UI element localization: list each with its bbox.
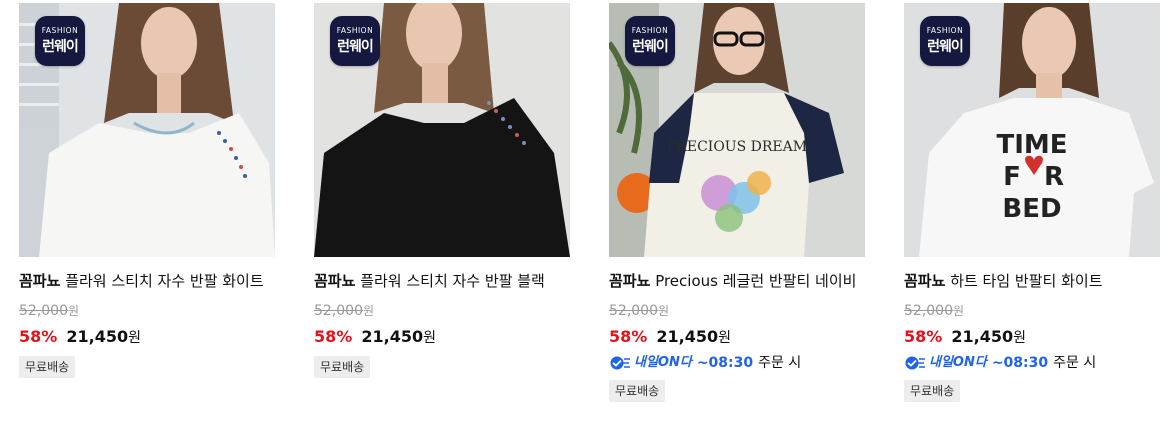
original-price-value: 52,000: [904, 303, 953, 319]
fashion-runway-badge: FASHION 런웨이: [920, 16, 970, 66]
product-card[interactable]: PRECIOUS DREAM FASHION 런웨이 꼼파뇨 Precious …: [609, 3, 865, 402]
delivery-truck-icon: [610, 356, 630, 370]
product-name: 하트 타임 반팔티 화이트: [950, 272, 1103, 290]
delivery-suffix: 주문 시: [1053, 355, 1097, 371]
sale-price: 21,450: [361, 327, 424, 346]
original-price: 52,000원: [19, 302, 275, 320]
badge-top-text: FASHION: [336, 26, 374, 35]
shirt-print-text: F: [1003, 162, 1021, 192]
sale-price: 21,450: [656, 327, 719, 346]
original-price-value: 52,000: [609, 303, 658, 319]
sale-price: 21,450: [951, 327, 1014, 346]
original-price: 52,000원: [904, 302, 1160, 320]
next-day-delivery-info: 내일ON다 ~08:30 주문 시: [904, 352, 1160, 374]
badge-top-text: FASHION: [926, 26, 964, 35]
sale-price-row: 58% 21,450원: [609, 325, 865, 350]
product-title[interactable]: 꼼파뇨 플라워 스티치 자수 반팔 화이트: [19, 270, 275, 293]
discount-rate: 58%: [609, 327, 648, 346]
currency-label: 원: [658, 304, 670, 318]
currency-label: 원: [718, 330, 732, 346]
badge-bottom-text: 런웨이: [337, 39, 374, 55]
delivery-cutoff-time: ~08:30: [991, 355, 1049, 371]
product-brand: 꼼파뇨: [609, 272, 651, 290]
fashion-runway-badge: FASHION 런웨이: [625, 16, 675, 66]
product-image[interactable]: FASHION 런웨이: [19, 3, 275, 257]
badge-top-text: FASHION: [41, 26, 79, 35]
product-name: 플라워 스티치 자수 반팔 화이트: [65, 272, 264, 290]
delivery-truck-icon: [905, 356, 925, 370]
delivery-cutoff-time: ~08:30: [696, 355, 754, 371]
sale-price-row: 58% 21,450원: [314, 325, 570, 350]
shirt-print-text: R: [1044, 162, 1064, 192]
product-image[interactable]: TIME F R BED FASHION 런웨이: [904, 3, 1160, 257]
product-card[interactable]: TIME F R BED FASHION 런웨이 꼼파뇨 하트 타임 반팔티 화…: [904, 3, 1160, 402]
badge-top-text: FASHION: [631, 26, 669, 35]
discount-rate: 58%: [19, 327, 58, 346]
fashion-runway-badge: FASHION 런웨이: [330, 16, 380, 66]
free-shipping-badge: 무료배송: [904, 380, 961, 402]
badge-bottom-text: 런웨이: [632, 39, 669, 55]
shirt-print-text: TIME: [996, 130, 1067, 160]
fashion-runway-badge: FASHION 런웨이: [35, 16, 85, 66]
free-shipping-badge: 무료배송: [314, 356, 371, 378]
sale-price-row: 58% 21,450원: [904, 325, 1160, 350]
discount-rate: 58%: [904, 327, 943, 346]
badge-bottom-text: 런웨이: [42, 39, 79, 55]
product-image[interactable]: FASHION 런웨이: [314, 3, 570, 257]
currency-label: 원: [953, 304, 965, 318]
discount-rate: 58%: [314, 327, 353, 346]
currency-label: 원: [423, 330, 437, 346]
next-day-delivery-info: 내일ON다 ~08:30 주문 시: [609, 352, 865, 374]
sale-price: 21,450: [66, 327, 129, 346]
product-card[interactable]: FASHION 런웨이 꼼파뇨 플라워 스티치 자수 반팔 화이트 52,000…: [19, 3, 275, 378]
product-title[interactable]: 꼼파뇨 하트 타임 반팔티 화이트: [904, 270, 1160, 293]
badge-bottom-text: 런웨이: [927, 39, 964, 55]
shirt-print-text: BED: [1002, 194, 1061, 224]
product-brand: 꼼파뇨: [19, 272, 61, 290]
free-shipping-badge: 무료배송: [19, 356, 76, 378]
currency-label: 원: [363, 304, 375, 318]
original-price: 52,000원: [609, 302, 865, 320]
sale-price-row: 58% 21,450원: [19, 325, 275, 350]
original-price-value: 52,000: [314, 303, 363, 319]
original-price: 52,000원: [314, 302, 570, 320]
delivery-service-name: 내일ON다: [634, 355, 692, 370]
product-title[interactable]: 꼼파뇨 플라워 스티치 자수 반팔 블랙: [314, 270, 570, 293]
delivery-service-name: 내일ON다: [929, 355, 987, 370]
product-brand: 꼼파뇨: [904, 272, 946, 290]
currency-label: 원: [1013, 330, 1027, 346]
currency-label: 원: [128, 330, 142, 346]
product-name: 플라워 스티치 자수 반팔 블랙: [360, 272, 545, 290]
free-shipping-badge: 무료배송: [609, 380, 666, 402]
product-grid: FASHION 런웨이 꼼파뇨 플라워 스티치 자수 반팔 화이트 52,000…: [0, 0, 1170, 426]
original-price-value: 52,000: [19, 303, 68, 319]
delivery-suffix: 주문 시: [758, 355, 802, 371]
shirt-print-text: PRECIOUS DREAM: [667, 139, 807, 155]
product-image[interactable]: PRECIOUS DREAM FASHION 런웨이: [609, 3, 865, 257]
product-brand: 꼼파뇨: [314, 272, 356, 290]
currency-label: 원: [68, 304, 80, 318]
product-name: Precious 레글런 반팔티 네이비: [655, 272, 857, 290]
product-title[interactable]: 꼼파뇨 Precious 레글런 반팔티 네이비: [609, 270, 865, 293]
product-card[interactable]: FASHION 런웨이 꼼파뇨 플라워 스티치 자수 반팔 블랙 52,000원…: [314, 3, 570, 378]
